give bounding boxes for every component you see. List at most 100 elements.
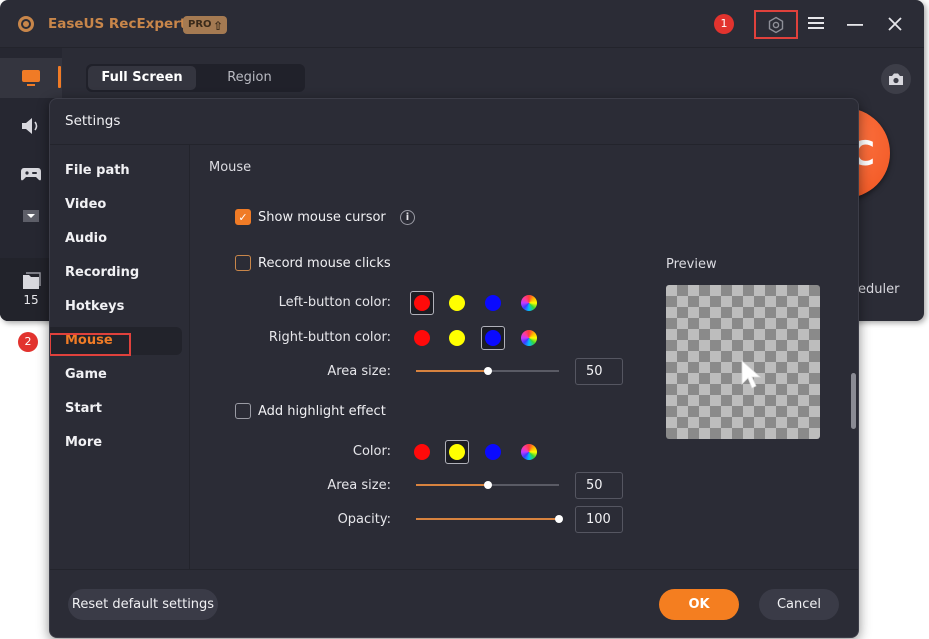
right-color-custom[interactable] [517,326,541,350]
opacity-label: Opacity: [337,512,391,527]
section-title: Mouse [209,160,252,175]
active-indicator [58,66,61,88]
reset-defaults-button[interactable]: Reset default settings [68,589,218,620]
preview-label: Preview [666,257,717,272]
nav-item-hotkeys[interactable]: Hotkeys [50,293,182,321]
nav-item-recording[interactable]: Recording [50,259,182,287]
annotation-marker-1: 1 [714,14,734,34]
tab-region[interactable]: Region [196,66,303,90]
mouse-cursor-icon [741,360,762,389]
color-wheel-icon [521,444,537,460]
click-area-size-label: Area size: [327,364,391,379]
record-clicks-option[interactable]: Record mouse clicks [235,255,391,271]
left-color-custom[interactable] [517,291,541,315]
left-color-red[interactable] [410,291,434,315]
minimize-icon [847,24,863,26]
highlight-checkbox[interactable] [235,403,251,419]
right-button-color-label: Right-button color: [268,330,391,345]
red-swatch-icon [414,444,430,460]
left-color-blue[interactable] [481,291,505,315]
record-clicks-checkbox[interactable] [235,255,251,271]
settings-scrollbar[interactable] [851,373,856,429]
highlight-area-size-slider[interactable] [416,478,559,492]
highlight-color-yellow[interactable] [445,440,469,464]
info-icon[interactable]: i [400,210,415,225]
pro-upgrade-badge[interactable]: PRO ⇧ [183,16,227,34]
blue-swatch-icon [485,330,501,346]
settings-nav: File path Video Audio Recording Hotkeys … [50,145,190,569]
slider-handle[interactable] [483,481,492,489]
tab-full-screen[interactable]: Full Screen [88,66,196,90]
close-icon [888,17,902,31]
dropdown-arrow-icon [23,210,39,222]
settings-button[interactable] [754,10,798,39]
record-clicks-label: Record mouse clicks [258,255,391,271]
highlight-color-blue[interactable] [481,440,505,464]
highlight-color-red[interactable] [410,440,434,464]
show-cursor-checkbox[interactable]: ✓ [235,209,251,225]
click-area-size-input[interactable]: 50 [575,358,623,385]
right-color-yellow[interactable] [445,326,469,350]
nav-item-file-path[interactable]: File path [50,157,182,185]
settings-dialog: Settings File path Video Audio Recording… [49,98,859,638]
click-area-size-slider[interactable] [416,364,559,378]
slider-fill [416,484,488,486]
slider-handle[interactable] [555,515,563,523]
cancel-button[interactable]: Cancel [759,589,839,620]
opacity-input[interactable]: 100 [575,506,623,533]
pro-label: PRO [188,19,212,30]
close-button[interactable] [887,16,903,36]
title-bar: EaseUS RecExperts PRO ⇧ 1 [0,0,924,48]
highlight-area-size-label: Area size: [327,478,391,493]
monitor-icon [22,70,40,86]
task-scheduler-link[interactable]: eduler [858,282,899,297]
nav-item-audio[interactable]: Audio [50,225,182,253]
folder-icon [23,272,41,289]
slider-handle[interactable] [483,367,492,375]
show-cursor-label: Show mouse cursor [258,209,386,225]
nav-item-start[interactable]: Start [50,395,182,423]
ok-button[interactable]: OK [659,589,739,620]
gamepad-icon [21,168,41,181]
dialog-title: Settings [65,113,121,129]
yellow-swatch-icon [449,330,465,346]
highlight-color-custom[interactable] [517,440,541,464]
mouse-settings-panel: Mouse ✓ Show mouse cursor i Record mouse… [191,145,858,569]
cursor-preview [666,285,820,439]
right-color-red[interactable] [410,326,434,350]
red-swatch-icon [414,330,430,346]
hamburger-menu-icon [808,17,824,29]
nav-item-video[interactable]: Video [50,191,182,219]
annotation-marker-2: 2 [18,332,38,352]
menu-button[interactable] [807,15,825,35]
right-color-blue[interactable] [481,326,505,350]
left-color-yellow[interactable] [445,291,469,315]
speaker-icon [22,118,38,134]
highlight-color-label: Color: [352,444,391,459]
highlight-option[interactable]: Add highlight effect [235,403,386,419]
nav-item-more[interactable]: More [50,429,182,457]
dialog-footer: Reset default settings OK Cancel [50,569,858,637]
blue-swatch-icon [485,295,501,311]
app-logo-icon [18,16,34,32]
upgrade-arrow-icon: ⇧ [212,19,223,33]
highlight-label: Add highlight effect [258,403,386,419]
slider-fill [416,370,488,372]
minimize-button[interactable] [846,16,864,36]
show-cursor-option[interactable]: ✓ Show mouse cursor [235,209,386,225]
mouse-annotation-box [50,333,131,356]
capture-mode-tabs: Full Screen Region [86,64,305,92]
color-wheel-icon [521,330,537,346]
color-wheel-icon [521,295,537,311]
gear-icon [768,16,784,33]
highlight-area-size-input[interactable]: 50 [575,472,623,499]
yellow-swatch-icon [449,295,465,311]
red-swatch-icon [414,295,430,311]
opacity-slider[interactable] [416,512,563,526]
slider-fill [416,518,559,520]
nav-item-game[interactable]: Game [50,361,182,389]
yellow-swatch-icon [449,444,465,460]
camera-icon [889,73,903,85]
sidebar-item-screen[interactable] [0,58,62,98]
screenshot-button[interactable] [881,64,911,94]
